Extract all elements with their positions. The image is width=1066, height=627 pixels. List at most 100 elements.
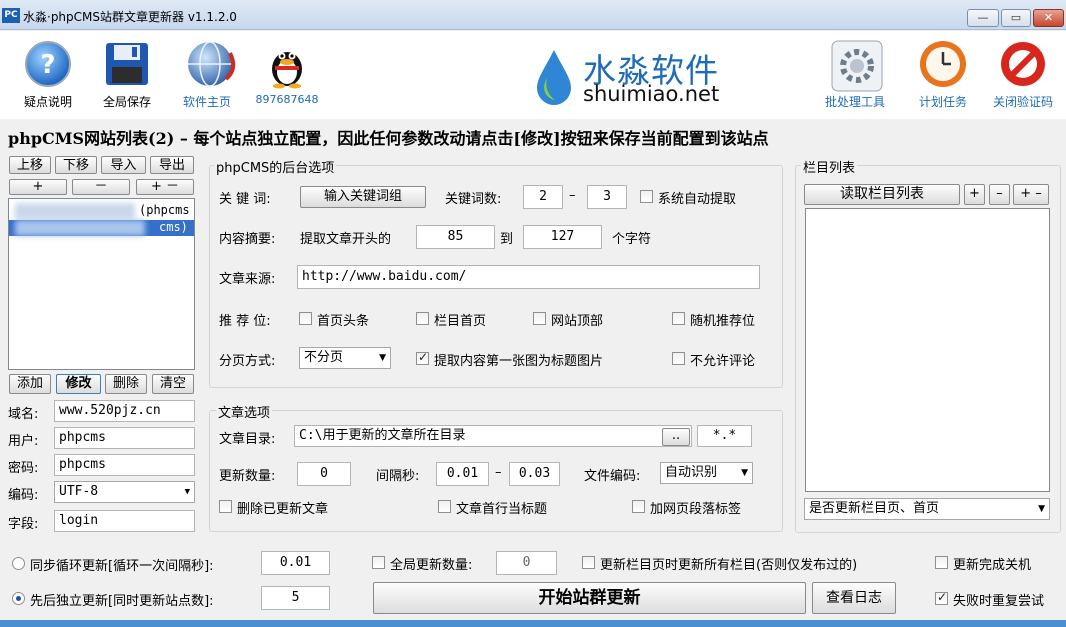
shutdown-label: 更新完成关机	[953, 558, 1032, 573]
no-comment-checkbox[interactable]	[672, 352, 685, 365]
interval-min-field[interactable]: 0.01	[436, 462, 489, 486]
password-field[interactable]: phpcms	[54, 454, 195, 476]
interval-max-field[interactable]: 0.03	[509, 462, 560, 486]
global-count-label: 全局更新数量:	[390, 558, 473, 573]
first-line-title-checkbox[interactable]	[438, 500, 451, 513]
category-list[interactable]	[805, 208, 1050, 492]
encoding-label: 编码:	[8, 488, 39, 503]
paging-value: 不分页	[304, 350, 344, 365]
chevron-down-icon: ▼	[741, 468, 748, 478]
source-label: 文章来源:	[219, 272, 276, 287]
update-count-field[interactable]: 0	[297, 462, 351, 486]
import-button[interactable]: 导入	[101, 156, 146, 174]
keyword-min-field[interactable]: 2	[523, 185, 563, 209]
add-site-button[interactable]: 添加	[9, 374, 51, 394]
sync-interval-field[interactable]: 0.01	[261, 551, 330, 575]
update-category-select[interactable]: 是否更新栏目页、首页 ▼	[804, 498, 1050, 520]
list-item-selected[interactable]: cms)	[9, 220, 194, 236]
homepage-label: 软件主页	[182, 95, 231, 109]
delete-site-button[interactable]: 删除	[105, 374, 147, 394]
save-all-button[interactable]: 全局保存	[87, 31, 167, 110]
modify-site-button[interactable]: 修改	[56, 374, 101, 394]
qq-button[interactable]: 897687648	[247, 31, 327, 106]
batch-tool-label: 批处理工具	[824, 95, 885, 109]
enter-keywords-button[interactable]: 输入关键词组	[300, 186, 426, 208]
paragraph-tags-checkbox[interactable]	[632, 500, 645, 513]
read-categories-button[interactable]: 读取栏目列表	[804, 184, 960, 205]
homepage-button[interactable]: 软件主页	[167, 31, 247, 110]
update-count-label: 更新数量:	[219, 469, 276, 484]
clear-sites-button[interactable]: 清空	[152, 374, 194, 394]
summary-prefix: 提取文章开头的	[300, 232, 392, 247]
category-addremove-button[interactable]: + –	[1013, 184, 1049, 205]
sync-loop-label: 同步循环更新[循环一次间隔秒]:	[30, 559, 214, 574]
close-button[interactable]: ✕	[1033, 9, 1064, 27]
recommend-label: 推 荐 位:	[219, 314, 271, 329]
backend-options-title: phpCMS的后台选项	[214, 157, 337, 176]
category-title: 栏目列表	[801, 157, 858, 176]
schedule-label: 计划任务	[918, 95, 967, 109]
field-input[interactable]: login	[54, 510, 195, 532]
recommend-random-checkbox[interactable]	[672, 312, 685, 325]
encoding-select[interactable]: UTF-8 ▼	[54, 481, 195, 503]
clock-icon	[918, 39, 968, 89]
site-list[interactable]: (phpcms cms)	[8, 198, 195, 370]
file-encoding-select[interactable]: 自动识别 ▼	[660, 462, 753, 484]
help-button[interactable]: ? 疑点说明	[8, 31, 88, 110]
disable-captcha-label: 关闭验证码	[992, 95, 1053, 109]
blurred-text	[15, 203, 135, 219]
window-title: 水淼·phpCMS站群文章更新器 v1.1.2.0	[23, 10, 237, 24]
update-all-categories-checkbox[interactable]	[582, 556, 595, 569]
chevron-down-icon: ▼	[379, 353, 386, 363]
user-field[interactable]: phpcms	[54, 427, 195, 449]
export-button[interactable]: 导出	[150, 156, 194, 174]
category-remove-button[interactable]: –	[989, 184, 1010, 205]
schedule-button[interactable]: 计划任务	[903, 31, 983, 110]
recommend-category-home-checkbox[interactable]	[416, 312, 429, 325]
concurrent-sites-field[interactable]: 5	[261, 586, 330, 610]
start-update-button[interactable]: 开始站群更新	[373, 582, 806, 614]
summary-unit: 个字符	[612, 232, 652, 247]
shutdown-checkbox[interactable]	[935, 556, 948, 569]
list-item[interactable]: (phpcms	[9, 203, 194, 219]
recommend-category-home-label: 栏目首页	[434, 314, 487, 329]
recommend-home-headline-label: 首页头条	[317, 314, 370, 329]
global-count-field[interactable]: 0	[496, 551, 557, 575]
list-item-text: cms)	[159, 220, 188, 234]
prohibited-icon	[998, 39, 1048, 89]
file-ext-field[interactable]: *.*	[697, 425, 752, 447]
paging-select[interactable]: 不分页 ▼	[299, 347, 391, 369]
move-down-button[interactable]: 下移	[55, 156, 97, 174]
summary-from-field[interactable]: 85	[416, 225, 495, 249]
recommend-site-top-checkbox[interactable]	[533, 312, 546, 325]
view-log-button[interactable]: 查看日志	[812, 582, 896, 614]
recommend-home-headline-checkbox[interactable]	[299, 312, 312, 325]
list-remove-small-button[interactable]: －	[72, 179, 130, 195]
global-count-checkbox[interactable]	[372, 556, 385, 569]
keyword-max-field[interactable]: 3	[587, 185, 627, 209]
retry-checkbox[interactable]	[935, 590, 948, 605]
domain-field[interactable]: www.520pjz.cn	[54, 400, 195, 422]
delete-updated-checkbox[interactable]	[219, 500, 232, 513]
summary-to-field[interactable]: 127	[523, 225, 602, 249]
source-url-field[interactable]: http://www.baidu.com/	[297, 265, 760, 289]
move-up-button[interactable]: 上移	[9, 156, 51, 174]
category-add-button[interactable]: +	[964, 184, 985, 205]
batch-tool-button[interactable]: 批处理工具	[815, 31, 895, 110]
sequential-radio[interactable]	[12, 592, 25, 605]
browse-button[interactable]: ..	[662, 428, 690, 446]
save-all-label: 全局保存	[102, 95, 151, 109]
dir-field[interactable]: C:\用于更新的文章所在目录	[294, 425, 692, 447]
globe-icon	[182, 39, 236, 89]
auto-extract-checkbox[interactable]	[640, 190, 653, 203]
list-addremove-small-button[interactable]: + －	[136, 179, 194, 195]
sync-loop-radio[interactable]	[12, 557, 25, 570]
list-add-small-button[interactable]: +	[9, 179, 67, 195]
disable-captcha-button[interactable]: 关闭验证码	[983, 31, 1063, 110]
gear-tool-icon	[830, 39, 883, 92]
chevron-down-icon: ▼	[1038, 504, 1045, 514]
keyword-dash: –	[569, 188, 576, 203]
maximize-button[interactable]: ▭	[1001, 9, 1031, 27]
first-image-checkbox[interactable]	[416, 350, 429, 365]
minimize-button[interactable]: —	[967, 9, 999, 27]
